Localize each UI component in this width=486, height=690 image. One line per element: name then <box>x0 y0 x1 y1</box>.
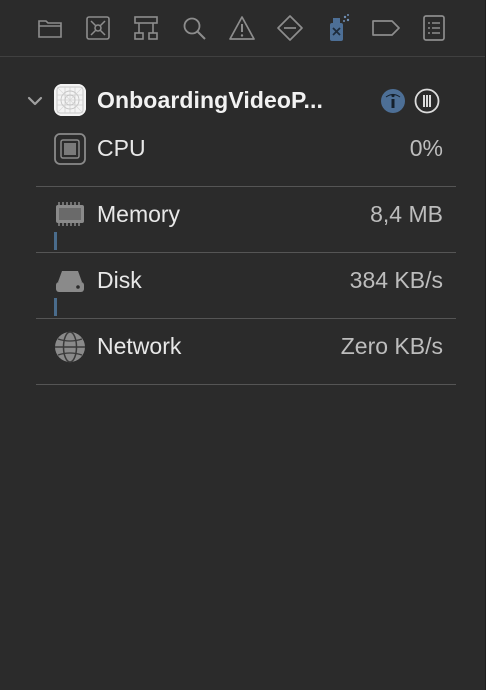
chevron-down-icon[interactable] <box>26 92 44 110</box>
diamond-icon[interactable] <box>275 13 305 43</box>
row-divider <box>36 384 456 385</box>
gauge-label: Memory <box>97 201 181 227</box>
gauge-row-network[interactable]: Network Zero KB/s <box>0 326 485 392</box>
gauge-row-disk[interactable]: Disk 384 KB/s <box>0 260 485 326</box>
report-icon[interactable] <box>419 13 449 43</box>
hierarchy-icon[interactable] <box>131 13 161 43</box>
row-divider <box>36 252 456 253</box>
process-row[interactable]: OnboardingVideoP... <box>0 82 485 120</box>
search-icon[interactable] <box>179 13 209 43</box>
row-divider <box>36 318 456 319</box>
pause-icon[interactable] <box>414 88 440 114</box>
memory-usage-bar <box>54 232 57 250</box>
folder-icon[interactable] <box>35 13 65 43</box>
source-control-icon[interactable] <box>83 13 113 43</box>
gauge-row-cpu[interactable]: CPU 0% <box>0 128 485 194</box>
gauge-row-memory[interactable]: Memory 8,4 MB <box>0 194 485 260</box>
process-name: OnboardingVideoP... <box>97 87 323 113</box>
network-globe-icon <box>53 330 87 364</box>
tag-icon[interactable] <box>371 13 401 43</box>
disk-activity-bar <box>54 298 57 316</box>
app-icon <box>54 84 86 116</box>
gauge-value: 384 KB/s <box>349 267 443 293</box>
gauge-value: Zero KB/s <box>340 333 443 359</box>
row-divider <box>36 186 456 187</box>
debug-navigator: OnboardingVideoP... CPU 0% Memory 8,4 MB… <box>0 0 486 690</box>
inspect-info-icon[interactable] <box>380 88 406 114</box>
gauge-label: CPU <box>97 135 146 161</box>
cpu-chip-icon <box>53 132 87 166</box>
disk-drive-icon <box>53 264 87 298</box>
navigator-toolbar <box>0 0 485 57</box>
gauge-value: 0% <box>409 135 443 161</box>
gauge-value: 8,4 MB <box>370 201 443 227</box>
gauge-label: Disk <box>97 267 142 293</box>
debug-icon[interactable] <box>323 13 353 43</box>
warning-icon[interactable] <box>227 13 257 43</box>
memory-module-icon <box>53 198 87 232</box>
gauge-label: Network <box>97 333 182 359</box>
